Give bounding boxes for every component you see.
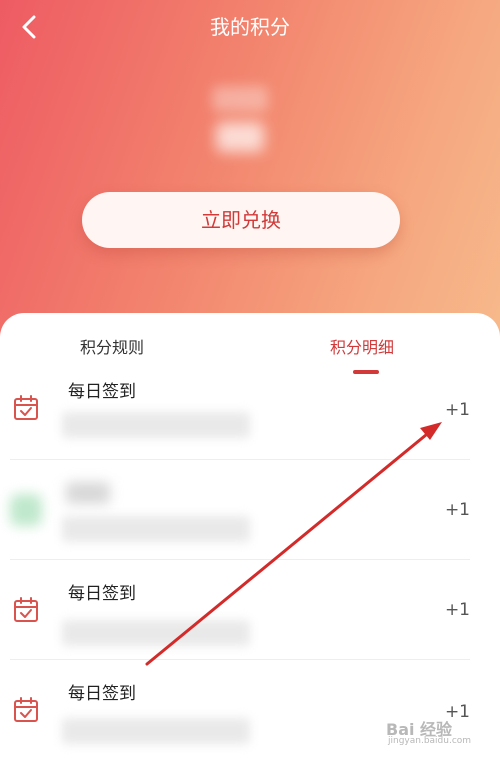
- list-item[interactable]: +1: [0, 460, 500, 560]
- list-item[interactable]: 每日签到 +1: [0, 560, 500, 660]
- record-time-blurred: [62, 620, 250, 646]
- record-title-blurred: [66, 482, 110, 504]
- record-title: 每日签到: [68, 684, 136, 704]
- tab-points-rules[interactable]: 积分规则: [80, 335, 144, 361]
- calendar-check-icon: [14, 395, 38, 420]
- redeem-button[interactable]: 立即兑换: [82, 192, 400, 248]
- page-title: 我的积分: [210, 15, 290, 39]
- record-title: 每日签到: [68, 584, 136, 604]
- watermark: Bai 经验 jingyan.baidu.com: [386, 712, 486, 752]
- calendar-check-icon: [14, 597, 38, 622]
- record-points: +1: [444, 400, 470, 420]
- tab-points-detail[interactable]: 积分明细: [330, 335, 394, 361]
- record-time-blurred: [62, 718, 250, 744]
- points-balance-blurred: [206, 82, 274, 162]
- watermark-url: jingyan.baidu.com: [388, 736, 472, 746]
- record-time-blurred: [62, 412, 250, 438]
- list-item[interactable]: 每日签到 +1: [0, 360, 500, 460]
- record-points: +1: [444, 500, 470, 520]
- record-time-blurred: [62, 516, 250, 542]
- record-points: +1: [444, 600, 470, 620]
- calendar-check-icon: [14, 697, 38, 722]
- record-title: 每日签到: [68, 382, 136, 402]
- blurred-app-icon: [10, 494, 42, 526]
